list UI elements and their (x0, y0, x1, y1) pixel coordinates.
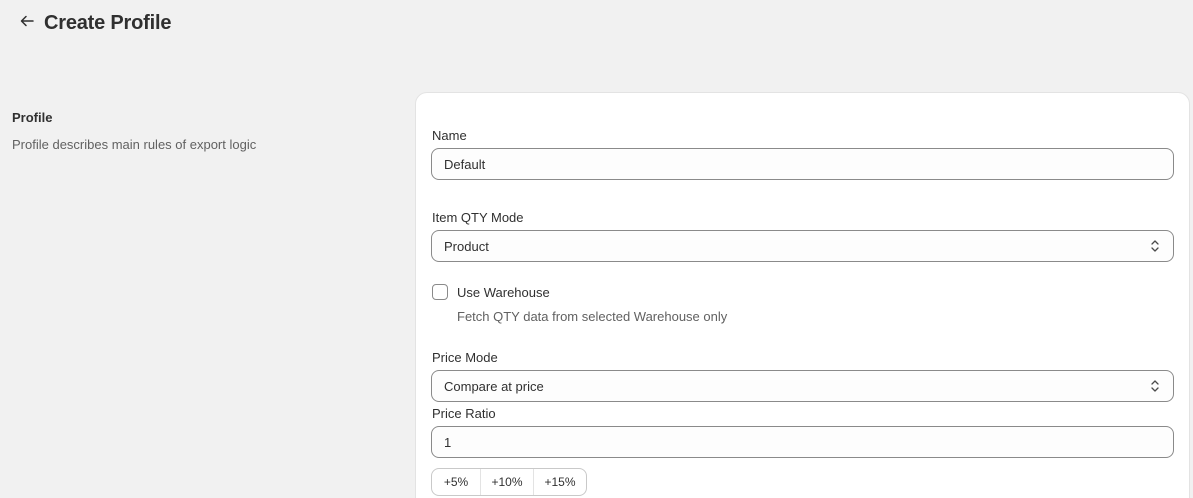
arrow-left-icon (20, 14, 34, 32)
name-label: Name (432, 128, 467, 143)
price-ratio-input[interactable]: 1 (431, 426, 1174, 458)
ratio-plus-5-button[interactable]: +5% (432, 469, 480, 495)
qty-mode-select[interactable]: Product (431, 230, 1174, 262)
price-ratio-button-group: +5% +10% +15% (431, 468, 587, 496)
page-title: Create Profile (44, 11, 172, 34)
section-title: Profile (12, 110, 53, 125)
name-input-value: Default (444, 156, 486, 172)
page-header: Create Profile (16, 10, 171, 36)
price-mode-label: Price Mode (432, 350, 498, 365)
back-button[interactable] (16, 12, 38, 34)
qty-mode-label: Item QTY Mode (432, 210, 524, 225)
use-warehouse-label[interactable]: Use Warehouse (457, 285, 550, 300)
select-chevron-icon (1149, 239, 1161, 253)
section-description: Profile Profile describes main rules of … (12, 110, 392, 152)
select-chevron-icon (1149, 379, 1161, 393)
ratio-plus-15-button[interactable]: +15% (533, 469, 586, 495)
ratio-plus-10-button[interactable]: +10% (480, 469, 533, 495)
qty-mode-select-value: Product (444, 238, 489, 254)
section-description-text: Profile describes main rules of export l… (12, 137, 257, 152)
price-ratio-label: Price Ratio (432, 406, 496, 421)
name-input[interactable]: Default (431, 148, 1174, 180)
price-ratio-input-value: 1 (444, 434, 452, 450)
create-profile-page: Create Profile Profile Profile describes… (0, 0, 1193, 498)
price-mode-select-value: Compare at price (444, 378, 544, 394)
price-mode-select[interactable]: Compare at price (431, 370, 1174, 402)
use-warehouse-help-text: Fetch QTY data from selected Warehouse o… (457, 309, 728, 324)
profile-form-card: Name Default Item QTY Mode Product Use W… (415, 92, 1190, 498)
use-warehouse-checkbox[interactable] (432, 284, 448, 300)
